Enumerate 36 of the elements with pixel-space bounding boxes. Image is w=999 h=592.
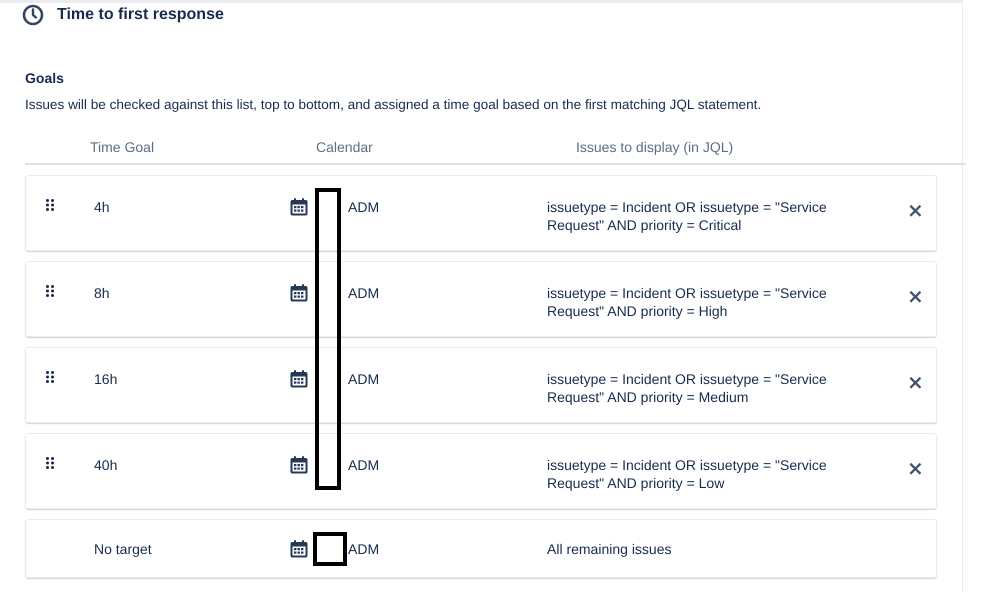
calendar-name: ADM (348, 198, 380, 216)
jql-text: issuetype = Incident OR issuetype = "Service Request" AND priority = Low (547, 456, 828, 492)
drag-handle-icon[interactable] (46, 199, 54, 211)
time-goal-text: 40h (94, 456, 118, 474)
close-button[interactable]: × (905, 458, 926, 478)
calendar-name: ADM (348, 456, 380, 474)
close-button[interactable]: × (905, 286, 926, 306)
redaction-box (313, 532, 347, 566)
time-goal-text: 8h (94, 284, 111, 302)
calendar-icon (290, 198, 308, 216)
drag-handle-icon[interactable] (46, 371, 54, 383)
clock-icon (22, 4, 44, 26)
time-goal-text: 16h (94, 370, 118, 388)
goals-heading: Goals (25, 69, 65, 88)
calendar-name: ADM (348, 540, 380, 558)
jql-text: All remaining issues (547, 540, 672, 558)
section-title: Time to first response (57, 6, 224, 24)
calendar-icon (290, 540, 308, 558)
calendar-icon (290, 370, 308, 388)
column-header: Time Goal (90, 138, 156, 157)
close-button[interactable]: × (905, 200, 926, 220)
goals-description: Issues will be checked against this list, top to bottom, and assigned a time goal based on the first matching JQL statement. (25, 96, 762, 114)
drag-handle-icon[interactable] (46, 285, 54, 297)
column-header: Calendar (316, 138, 374, 157)
jql-text: issuetype = Incident OR issuetype = "Service Request" AND priority = Critical (547, 198, 828, 234)
time-goal-text: No target (94, 540, 153, 558)
jql-text: issuetype = Incident OR issuetype = "Service Request" AND priority = Medium (547, 370, 828, 406)
drag-handle-icon[interactable] (46, 457, 54, 469)
calendar-name: ADM (348, 370, 380, 388)
column-header: Issues to display (in JQL) (576, 138, 734, 157)
jql-text: issuetype = Incident OR issuetype = "Service Request" AND priority = High (547, 284, 828, 320)
calendar-name: ADM (348, 284, 380, 302)
time-goal-text: 4h (94, 198, 111, 216)
close-button[interactable]: × (905, 372, 926, 392)
calendar-icon (290, 284, 308, 302)
calendar-icon (290, 456, 308, 474)
